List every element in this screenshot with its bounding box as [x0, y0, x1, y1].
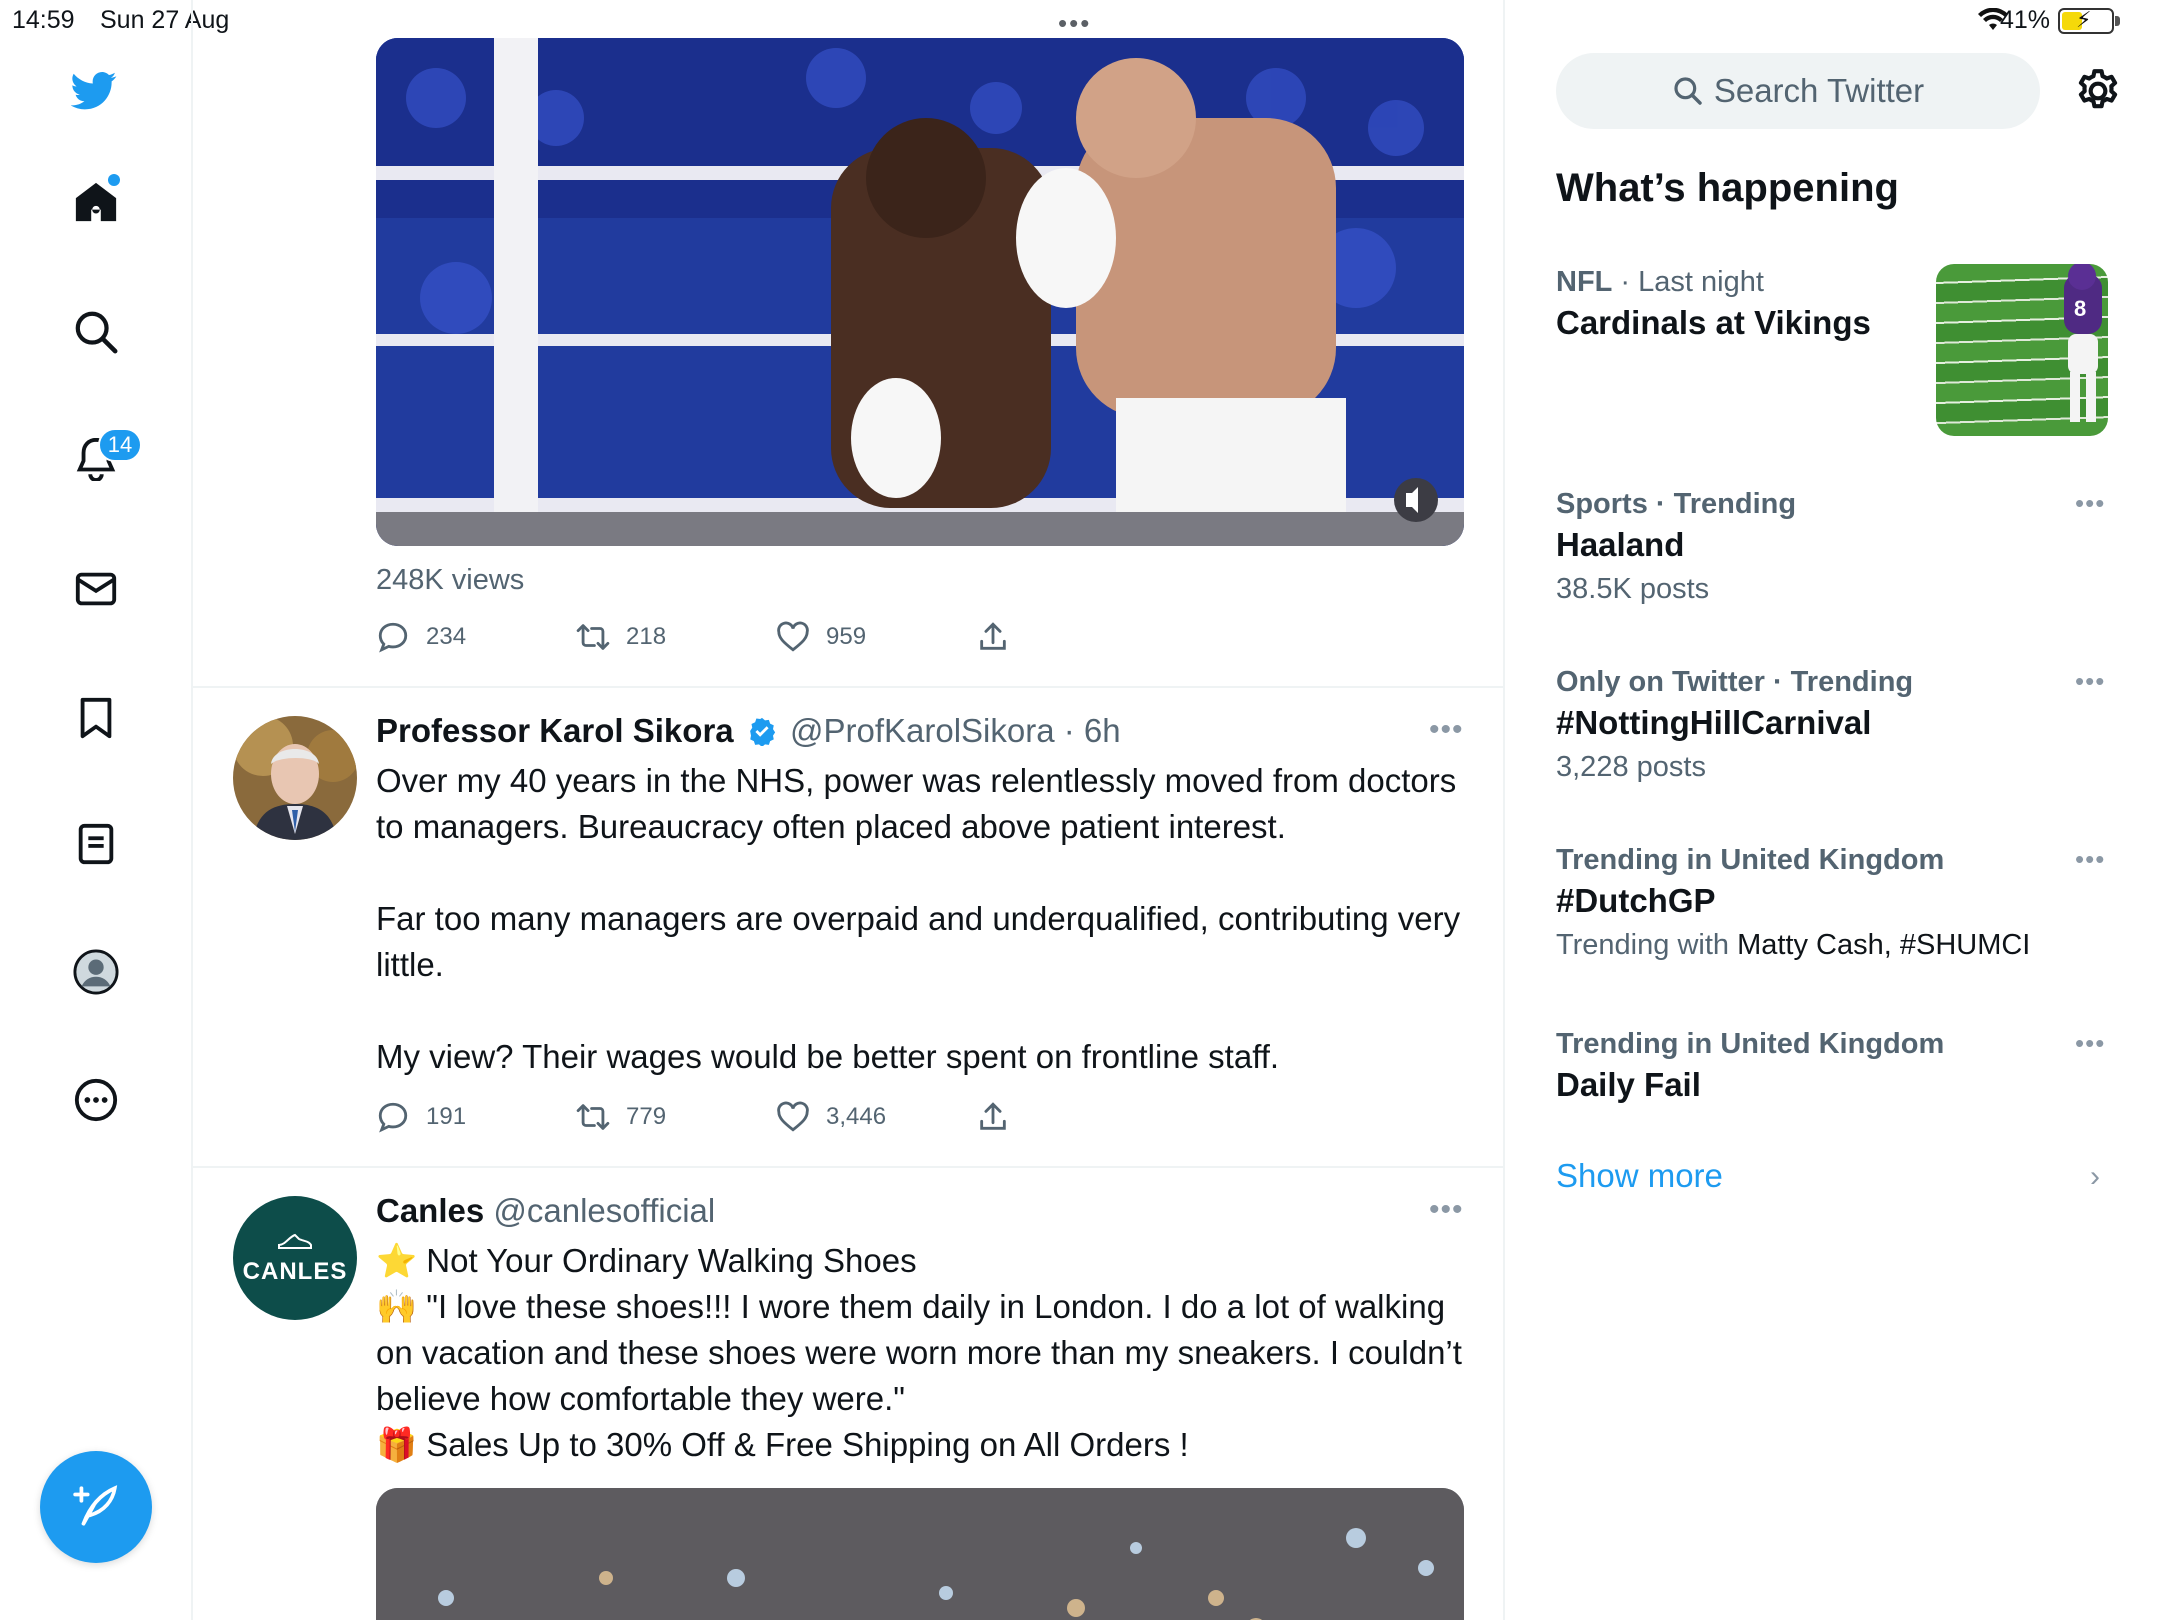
retweet-count: 779 [626, 1103, 667, 1130]
trend-image[interactable]: 8 [1936, 264, 2108, 436]
search-bar[interactable]: Search Twitter [1556, 53, 2040, 129]
author-name[interactable]: Canles [376, 1192, 484, 1229]
tweet-time: · 6h [1063, 712, 1121, 749]
trend-category: Trending in United Kingdom [1556, 844, 1945, 876]
lists-icon[interactable] [70, 818, 122, 870]
more-circle-icon[interactable] [70, 1074, 122, 1126]
trend-category: Trending in United Kingdom [1556, 1028, 1945, 1060]
tweet-header: Canles @canlesofficial [376, 1192, 715, 1230]
compose-icon [73, 1485, 118, 1526]
tweet-text: Over my 40 years in the NHS, power was r… [376, 758, 1476, 1080]
trend-context: · Last night [1612, 266, 1764, 298]
reply-count: 234 [426, 623, 467, 650]
trend-item[interactable]: Only on Twitter · Trending #NottingHillC… [1556, 664, 2116, 788]
share-icon [980, 1102, 1006, 1130]
author-handle[interactable]: @canlesofficial [493, 1192, 715, 1229]
author-name[interactable]: Professor Karol Sikora [376, 712, 734, 749]
timeline[interactable]: 248K views 234 218 959 Professor Karol S… [193, 0, 1505, 1620]
avatar-label: CANLES [242, 1258, 348, 1285]
avatar[interactable]: CANLES [233, 1196, 357, 1320]
search-icon[interactable] [70, 306, 122, 358]
tweet-more-button[interactable]: ••• [1429, 1193, 1464, 1227]
like-button[interactable]: 959 [776, 620, 866, 654]
trend-more-button[interactable]: ••• [2075, 666, 2105, 697]
like-icon [777, 1101, 809, 1132]
trend-item[interactable]: Sports · Trending Haaland 38.5K posts [1556, 486, 2116, 610]
trend-category: Sports · Trending [1556, 488, 1797, 520]
shoe-icon [278, 1233, 312, 1249]
verified-icon [749, 717, 775, 747]
trend-category: Only on Twitter · Trending [1556, 666, 1914, 698]
trend-title: #DutchGP [1556, 882, 1716, 919]
trend-more-button[interactable]: ••• [2075, 844, 2105, 875]
trend-more-button[interactable]: ••• [2075, 488, 2105, 519]
trend-related: Matty Cash, #SHUMCI [1737, 929, 2031, 961]
like-icon [777, 621, 809, 652]
tweet-header: Professor Karol Sikora @ProfKarolSikora … [376, 712, 1121, 750]
tweet-more-button[interactable]: ••• [1429, 713, 1464, 747]
author-handle[interactable]: @ProfKarolSikora [790, 712, 1055, 749]
show-more-link[interactable]: Show more [1556, 1157, 1723, 1195]
trend-title: Haaland [1556, 526, 1685, 563]
bookmark-icon[interactable] [70, 692, 122, 744]
tweet-line: 🙌 "I love these shoes!!! I wore them dai… [376, 1288, 1462, 1417]
retweet-count: 218 [626, 623, 667, 650]
tweet-actions: 234 218 959 [376, 620, 1076, 660]
trend-with-label: Trending with [1556, 929, 1738, 961]
retweet-button[interactable]: 779 [576, 1100, 666, 1134]
compose-button[interactable] [40, 1451, 152, 1563]
profile-icon[interactable] [70, 946, 122, 998]
home-unread-dot [108, 174, 120, 186]
notifications-badge: 14 [98, 428, 142, 462]
tweet-line: ⭐ Not Your Ordinary Walking Shoes [376, 1242, 917, 1279]
tweet-paragraph: My view? Their wages would be better spe… [376, 1038, 1280, 1075]
share-button[interactable] [976, 620, 1026, 654]
trend-item[interactable]: Trending in United Kingdom Daily Fail [1556, 1026, 2116, 1108]
like-button[interactable]: 3,446 [776, 1100, 886, 1134]
section-title: What’s happening [1556, 166, 1899, 210]
like-count: 3,446 [826, 1103, 887, 1130]
tweet-divider [193, 686, 1503, 688]
search-icon [1674, 77, 1702, 105]
trend-more-button[interactable]: ••• [2075, 1028, 2105, 1059]
right-sidebar: Search Twitter What’s happening NFL · La… [1505, 0, 2160, 1620]
like-count: 959 [826, 623, 867, 650]
left-nav: 14 [0, 0, 193, 1620]
trend-post-count: 38.5K posts [1556, 573, 1710, 605]
twitter-bird-icon[interactable] [68, 64, 120, 116]
avatar[interactable] [233, 716, 357, 840]
trend-title: Daily Fail [1556, 1066, 1701, 1103]
reply-icon [378, 622, 408, 653]
retweet-icon [576, 1104, 610, 1130]
view-count: 248K views [376, 564, 525, 596]
reply-icon [378, 1102, 408, 1133]
tweet-divider [193, 1166, 1503, 1168]
mail-icon[interactable] [70, 563, 122, 615]
reply-count: 191 [426, 1103, 467, 1130]
trend-category: NFL [1556, 266, 1613, 298]
tweet-text: ⭐ Not Your Ordinary Walking Shoes 🙌 "I l… [376, 1238, 1476, 1468]
tweet-actions: 191 779 3,446 [376, 1100, 1076, 1140]
trend-title: #NottingHillCarnival [1556, 704, 1872, 741]
tweet-image[interactable] [376, 1488, 1464, 1620]
tweet-line: 🎁 Sales Up to 30% Off & Free Shipping on… [376, 1426, 1189, 1463]
tweet-video[interactable] [376, 38, 1464, 546]
search-placeholder: Search Twitter [1713, 72, 1925, 109]
tweet-paragraph: Far too many managers are overpaid and u… [376, 900, 1461, 983]
gear-icon[interactable] [2073, 66, 2123, 116]
boxing-video-frame [376, 38, 1464, 546]
svg-text:8: 8 [2074, 296, 2086, 321]
retweet-button[interactable]: 218 [576, 620, 666, 654]
chevron-right-icon: › [2090, 1160, 2100, 1193]
retweet-icon [576, 624, 610, 650]
reply-button[interactable]: 234 [376, 620, 466, 654]
reply-button[interactable]: 191 [376, 1100, 466, 1134]
trend-post-count: 3,228 posts [1556, 751, 1706, 783]
trend-item[interactable]: Trending in United Kingdom #DutchGP Tren… [1556, 842, 2116, 966]
share-icon [980, 622, 1006, 650]
tweet-paragraph: Over my 40 years in the NHS, power was r… [376, 762, 1457, 845]
share-button[interactable] [976, 1100, 1026, 1134]
